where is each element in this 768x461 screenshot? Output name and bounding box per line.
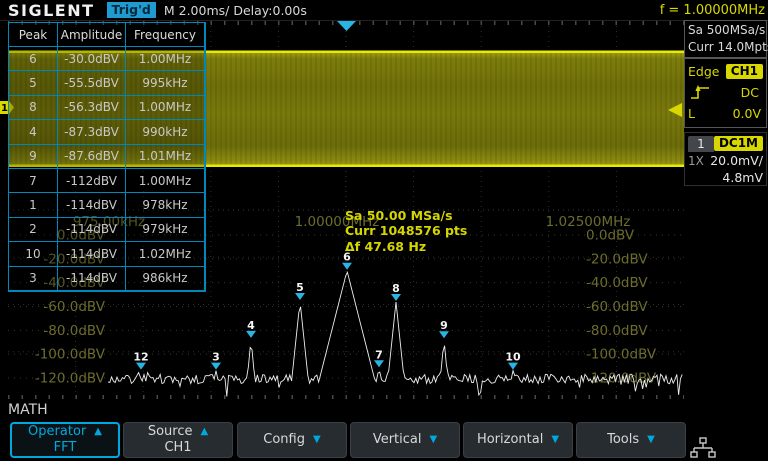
acquisition-info-box: Sa 500MSa/s Curr 14.0Mpts <box>684 20 767 58</box>
trigger-source-badge: CH1 <box>726 64 763 79</box>
peak-table-cell: 1 <box>9 193 58 217</box>
peak-table-cell: 979kHz <box>126 218 205 242</box>
svg-text:-60.0dBV: -60.0dBV <box>43 299 105 315</box>
svg-text:-60.0dBV: -60.0dBV <box>586 299 648 315</box>
trigger-coupling-label: DC <box>741 85 763 100</box>
menu-button-label: Tools <box>607 432 639 448</box>
menu-button-label: Vertical <box>373 432 422 448</box>
arrow-down-icon: ▼ <box>647 432 655 448</box>
peak-table-cell: -114dBV <box>58 218 126 242</box>
svg-text:1.02500MHz: 1.02500MHz <box>546 214 631 230</box>
svg-text:5: 5 <box>296 281 304 294</box>
peak-table-header: Amplitude <box>58 23 126 47</box>
peak-table-cell: 990kHz <box>126 120 205 144</box>
peak-table-cell: 4 <box>9 120 58 144</box>
svg-text:1: 1 <box>1 103 8 114</box>
peak-table-cell: 1.00MHz <box>126 169 205 193</box>
arrow-down-icon: ▼ <box>313 432 321 448</box>
menu-button-value: FFT <box>54 440 77 456</box>
peak-table-cell: -55.5dBV <box>58 71 126 95</box>
channel-number-tab: 1 <box>688 136 714 152</box>
peak-table-cell: 5 <box>9 71 58 95</box>
peak-table-cell: 1.01MHz <box>126 145 205 169</box>
svg-text:8: 8 <box>392 282 400 295</box>
peak-table-cell: -114dBV <box>58 267 126 291</box>
trigger-level-label: L <box>688 106 695 121</box>
peak-table-cell: 978kHz <box>126 193 205 217</box>
menu-button-horizontal[interactable]: Horizontal ▼ <box>463 422 573 458</box>
menu-button-value: CH1 <box>164 440 191 456</box>
svg-text:Δf 47.68 Hz: Δf 47.68 Hz <box>345 239 426 254</box>
peak-table-cell: 9 <box>9 145 58 169</box>
svg-text:-80.0dBV: -80.0dBV <box>43 323 105 339</box>
peak-table-cell: 3 <box>9 267 58 291</box>
peak-table-cell: 1.00MHz <box>126 47 205 71</box>
svg-text:10: 10 <box>505 351 521 364</box>
menu-group-label: MATH <box>8 402 48 418</box>
svg-text:-40.0dBV: -40.0dBV <box>586 275 648 291</box>
peak-table-header: Peak <box>9 23 58 47</box>
peak-table-cell: 1.00MHz <box>126 96 205 120</box>
sample-rate-readout: Sa 500MSa/s <box>688 22 763 39</box>
peak-table: PeakAmplitudeFrequency6-30.0dBV1.00MHz5-… <box>8 22 206 292</box>
rising-edge-icon <box>688 84 712 101</box>
menu-button-label: Source <box>148 424 193 440</box>
lan-network-icon[interactable] <box>688 437 718 461</box>
peak-table-cell: -30.0dBV <box>58 47 126 71</box>
peak-table-cell: 2 <box>9 218 58 242</box>
svg-text:-20.0dBV: -20.0dBV <box>586 251 648 267</box>
trigger-level-value: 0.0V <box>733 106 763 121</box>
vertical-offset-readout: 4.8mV <box>722 170 763 185</box>
trigger-settings-box: Edge CH1 DC L 0.0V <box>684 58 767 128</box>
svg-text:12: 12 <box>133 351 148 364</box>
peak-table-cell: -112dBV <box>58 169 126 193</box>
probe-attenuation-label: 1X <box>688 154 704 168</box>
peak-table-cell: -56.3dBV <box>58 96 126 120</box>
peak-table-cell: 7 <box>9 169 58 193</box>
svg-text:-100.0dBV: -100.0dBV <box>35 347 106 363</box>
peak-table-cell: -114dBV <box>58 193 126 217</box>
svg-text:Sa 50.00 MSa/s: Sa 50.00 MSa/s <box>345 208 453 223</box>
svg-text:-120.0dBV: -120.0dBV <box>35 370 106 386</box>
peak-table-cell: 6 <box>9 47 58 71</box>
svg-text:3: 3 <box>212 351 220 364</box>
svg-text:6: 6 <box>343 251 351 264</box>
svg-text:4: 4 <box>247 319 255 332</box>
arrow-up-icon: ▲ <box>200 424 208 440</box>
peak-table-header: Frequency <box>126 23 205 47</box>
oscilloscope-screen: SIGLENT Trig'd M 2.00ms/ Delay:0.00s f =… <box>0 0 768 461</box>
svg-text:9: 9 <box>440 319 448 332</box>
vertical-scale-readout: 20.0mV/ <box>710 153 763 168</box>
menu-button-tools[interactable]: Tools ▼ <box>576 422 686 458</box>
svg-text:Curr 1048576 pts: Curr 1048576 pts <box>345 223 467 238</box>
peak-table-cell: 995kHz <box>126 71 205 95</box>
arrow-up-icon: ▲ <box>94 424 102 440</box>
channel-info-box: 1 DC1M 1X 20.0mV/ 4.8mV <box>684 132 767 186</box>
menu-button-label: Horizontal <box>477 432 543 448</box>
menu-button-operator[interactable]: Operator ▲ FFT <box>10 422 120 458</box>
peak-table-cell: 1.02MHz <box>126 242 205 266</box>
peak-table-cell: -87.6dBV <box>58 145 126 169</box>
menu-button-source[interactable]: Source ▲ CH1 <box>123 422 233 458</box>
peak-table-cell: -114dBV <box>58 242 126 266</box>
svg-text:7: 7 <box>375 348 383 361</box>
svg-text:-80.0dBV: -80.0dBV <box>586 323 648 339</box>
peak-table-cell: 10 <box>9 242 58 266</box>
menu-button-label: Operator <box>28 424 86 440</box>
peak-table-cell: -87.3dBV <box>58 120 126 144</box>
memory-depth-readout: Curr 14.0Mpts <box>688 39 763 56</box>
channel-coupling-badge: DC1M <box>714 136 763 151</box>
trigger-type-label: Edge <box>688 64 719 79</box>
menu-button-config[interactable]: Config ▼ <box>237 422 347 458</box>
arrow-down-icon: ▼ <box>429 432 437 448</box>
menu-button-vertical[interactable]: Vertical ▼ <box>350 422 460 458</box>
menu-button-label: Config <box>263 432 305 448</box>
peak-table-cell: 8 <box>9 96 58 120</box>
svg-text:-100.0dBV: -100.0dBV <box>586 347 657 363</box>
peak-table-cell: 986kHz <box>126 267 205 291</box>
arrow-down-icon: ▼ <box>551 432 559 448</box>
